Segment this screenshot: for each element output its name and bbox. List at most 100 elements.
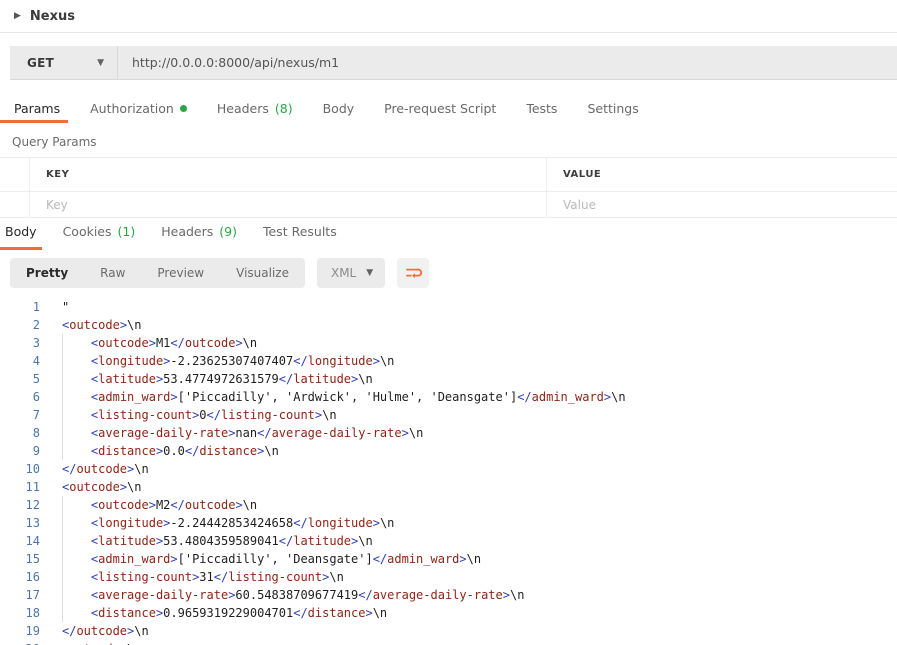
checkbox-column-header [0, 158, 30, 191]
line-number: 2 [32, 318, 40, 332]
method-dropdown[interactable]: GET ▼ [10, 46, 118, 79]
tab-body[interactable]: Body [323, 101, 355, 116]
line-content: <outcode>M2</outcode>\n [40, 496, 257, 514]
response-tab-body[interactable]: Body [5, 224, 37, 239]
code-line: 4 <longitude>-2.23625307407407</longitud… [0, 352, 897, 370]
wrap-lines-button[interactable] [397, 258, 430, 288]
line-content: <distance>0.9659319229004701</distance>\… [40, 604, 387, 622]
table-header-row: KEY VALUE [0, 158, 897, 192]
view-mode-preview[interactable]: Preview [141, 258, 220, 288]
line-number: 18 [25, 606, 40, 620]
wrap-text-icon [406, 268, 423, 279]
line-number: 5 [32, 372, 40, 386]
code-line: 1 " [0, 298, 897, 316]
line-number: 13 [25, 516, 40, 530]
response-tabs: Body Cookies (1) Headers (9) Test Result… [0, 224, 897, 250]
line-content: <outcode>\n [62, 318, 142, 332]
param-value-cell [546, 192, 897, 217]
code-line: 17 <average-daily-rate>60.54838709677419… [0, 586, 897, 604]
value-column-header: VALUE [546, 158, 897, 191]
param-entry-row [0, 192, 897, 218]
code-line: 16 <listing-count>31</listing-count>\n [0, 568, 897, 586]
line-content: <admin_ward>['Piccadilly', 'Ardwick', 'H… [40, 388, 626, 406]
url-input[interactable] [118, 55, 897, 70]
key-column-header: KEY [46, 169, 70, 180]
line-content: <listing-count>31</listing-count>\n [40, 568, 344, 586]
line-number: 20 [0, 640, 40, 645]
code-line: 6 <admin_ward>['Piccadilly', 'Ardwick', … [0, 388, 897, 406]
param-key-cell [30, 192, 546, 217]
view-mode-pretty[interactable]: Pretty [10, 258, 84, 288]
line-content: <distance>0.0</distance>\n [40, 442, 279, 460]
param-value-input[interactable] [563, 197, 881, 212]
collection-name: Nexus [29, 8, 75, 24]
tab-pre-request-script[interactable]: Pre-request Script [384, 101, 496, 116]
code-line: 8 <average-daily-rate>nan</average-daily… [0, 424, 897, 442]
format-dropdown[interactable]: XML ▼ [316, 258, 386, 288]
line-number: 14 [25, 534, 40, 548]
response-tab-cookies[interactable]: Cookies (1) [63, 224, 136, 239]
line-content: <listing-count>0</listing-count>\n [40, 406, 337, 424]
line-content: <average-daily-rate>60.54838709677419</a… [40, 586, 524, 604]
code-line: 9 <distance>0.0</distance>\n [0, 442, 897, 460]
chevron-down-icon: ▼ [366, 268, 374, 278]
auth-status-dot-icon [179, 104, 187, 112]
line-number: 15 [25, 552, 40, 566]
code-line: 18 <distance>0.9659319229004701</distanc… [0, 604, 897, 622]
line-number: 12 [25, 498, 40, 512]
view-mode-group: Pretty Raw Preview Visualize [10, 258, 305, 288]
view-mode-visualize[interactable]: Visualize [220, 258, 305, 288]
query-params-table: KEY VALUE [0, 157, 897, 218]
tab-headers[interactable]: Headers (8) [217, 101, 293, 116]
request-url-bar: GET ▼ [10, 46, 897, 80]
line-content: <average-daily-rate>nan</average-daily-r… [40, 424, 423, 442]
line-content: <outcode>M1</outcode>\n [40, 334, 257, 352]
line-content: <outcode>\n [62, 480, 142, 494]
postman-app: ▶ Nexus GET ▼ Params Authorization Heade… [0, 0, 897, 645]
line-content: </outcode>\n [62, 624, 149, 638]
line-number: 19 [25, 624, 40, 638]
line-number: 4 [32, 354, 40, 368]
line-content: <latitude>53.4804359589041</latitude>\n [40, 532, 373, 550]
chevron-down-icon: ▼ [97, 57, 104, 68]
headers-count-badge: (8) [274, 100, 293, 116]
code-line: 15 <admin_ward>['Piccadilly', 'Deansgate… [0, 550, 897, 568]
active-tab-indicator [0, 120, 68, 123]
code-line: 14 <latitude>53.4804359589041</latitude>… [0, 532, 897, 550]
collection-header-nexus[interactable]: ▶ Nexus [0, 0, 897, 33]
request-tabs: Params Authorization Headers (8) Body Pr… [0, 93, 897, 123]
method-label: GET [27, 55, 55, 70]
code-line: 12 <outcode>M2</outcode>\n [0, 496, 897, 514]
active-response-tab-indicator [0, 247, 42, 250]
url-box [118, 46, 897, 79]
tab-authorization[interactable]: Authorization [90, 101, 187, 116]
code-line: 20<outcode>\n [0, 640, 897, 645]
line-number: 8 [32, 426, 40, 440]
line-number: 9 [32, 444, 40, 458]
response-body-viewer: 1 " 2 <outcode>\n 3 <outcode>M1</outcode>\n 4… [0, 298, 897, 645]
param-key-input[interactable] [46, 197, 521, 212]
param-checkbox-cell [0, 192, 30, 217]
line-content: <outcode>\n [40, 640, 142, 645]
response-tab-headers[interactable]: Headers (9) [161, 224, 237, 239]
response-headers-count-badge: (9) [219, 224, 237, 239]
code-line: 5 <latitude>53.4774972631579</latitude>\… [0, 370, 897, 388]
response-tab-test-results[interactable]: Test Results [263, 224, 337, 239]
tab-settings[interactable]: Settings [587, 101, 638, 116]
tab-tests[interactable]: Tests [526, 101, 557, 116]
line-content: <admin_ward>['Piccadilly', 'Deansgate']<… [40, 550, 481, 568]
code-line: 11 <outcode>\n [0, 478, 897, 496]
tab-params[interactable]: Params [14, 101, 60, 116]
line-content: <longitude>-2.24442853424658</longitude>… [40, 514, 394, 532]
code-line: 19 </outcode>\n [0, 622, 897, 640]
line-number: 17 [25, 588, 40, 602]
line-number: 3 [32, 336, 40, 350]
code-line: 2 <outcode>\n [0, 316, 897, 334]
line-content: </outcode>\n [62, 462, 149, 476]
view-mode-raw[interactable]: Raw [84, 258, 141, 288]
chevron-right-icon: ▶ [14, 11, 21, 21]
code-line: 10 </outcode>\n [0, 460, 897, 478]
line-content: <latitude>53.4774972631579</latitude>\n [40, 370, 373, 388]
query-params-label: Query Params [12, 135, 97, 149]
code-line: 13 <longitude>-2.24442853424658</longitu… [0, 514, 897, 532]
